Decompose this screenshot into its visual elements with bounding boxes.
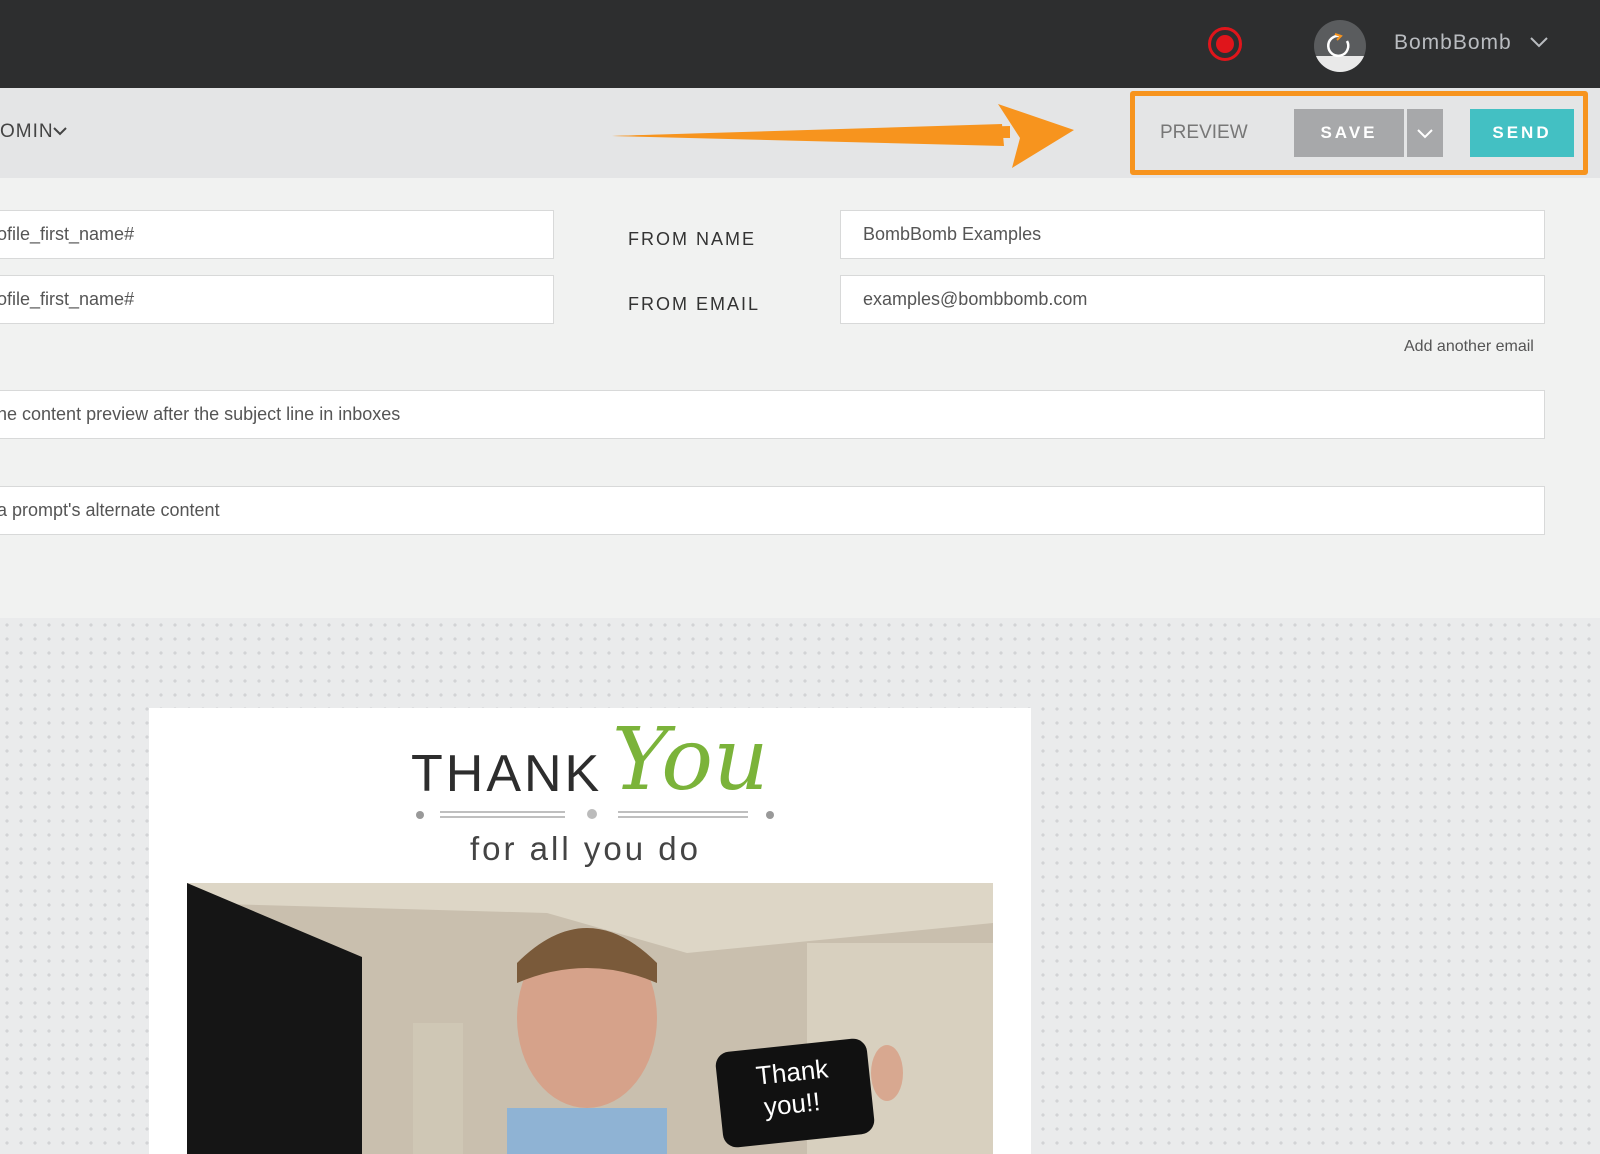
alternate-content-field[interactable]: a prompt's alternate content [0,486,1545,535]
video-phone-text-line2: you!! [762,1086,821,1122]
divider-ornament-icon [416,809,774,819]
from-email-label: FROM EMAIL [628,294,761,314]
record-button[interactable] [1208,27,1242,61]
preview-button[interactable]: PREVIEW [1160,122,1248,144]
field-value: examples@bombbomb.com [863,289,1088,309]
save-options-button[interactable] [1407,109,1443,157]
from-name-field[interactable]: BombBomb Examples [840,210,1545,259]
from-name-label: FROM NAME [628,229,756,249]
field-value: ofile_first_name# [0,289,135,309]
refresh-icon [1327,33,1350,58]
thank-heading: THANK [411,745,603,803]
chevron-down-icon[interactable] [1530,36,1548,48]
avatar[interactable] [1314,20,1366,72]
admin-menu[interactable]: OMIN [0,121,54,143]
field-value: ofile_first_name# [0,224,135,244]
top-bar: BombBomb [0,0,1600,88]
field-placeholder: he content preview after the subject lin… [0,404,401,424]
second-name-field[interactable]: ofile_first_name# [0,275,554,324]
first-name-field[interactable]: ofile_first_name# [0,210,554,259]
orange-arrow-annotation [612,104,1074,168]
video-scene: Thank you!! [187,883,993,1154]
field-placeholder: a prompt's alternate content [0,500,220,520]
field-value: BombBomb Examples [863,224,1042,244]
record-icon [1216,35,1234,53]
you-script-heading: You [612,710,769,810]
add-another-email-link[interactable]: Add another email [1404,338,1534,356]
video-thumbnail[interactable]: Thank you!! [187,883,993,1154]
save-button[interactable]: SAVE [1294,109,1404,157]
from-email-field[interactable]: examples@bombbomb.com [840,275,1545,324]
tagline: for all you do [470,830,701,867]
chevron-down-icon [1417,129,1433,139]
preview-text-field[interactable]: he content preview after the subject lin… [0,390,1545,439]
chevron-down-icon[interactable] [53,126,67,136]
send-button[interactable]: SEND [1470,109,1574,157]
account-name[interactable]: BombBomb [1394,31,1512,55]
